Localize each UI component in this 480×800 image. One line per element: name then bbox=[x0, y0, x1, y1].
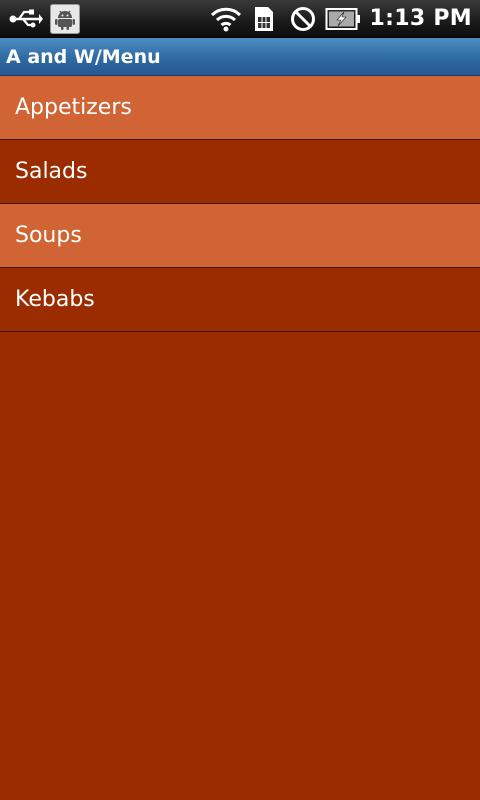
status-bar: 1:13 PM bbox=[0, 0, 480, 38]
wifi-icon bbox=[208, 1, 244, 37]
no-signal-icon bbox=[288, 1, 318, 37]
menu-item-label: Soups bbox=[15, 223, 82, 248]
menu-item-label: Kebabs bbox=[15, 287, 95, 312]
battery-charging-icon bbox=[324, 1, 362, 37]
status-clock: 1:13 PM bbox=[369, 6, 472, 31]
usb-icon bbox=[6, 1, 46, 37]
menu-item-kebabs[interactable]: Kebabs bbox=[0, 268, 480, 332]
menu-item-soups[interactable]: Soups bbox=[0, 204, 480, 268]
sim-card-icon bbox=[250, 1, 278, 37]
menu-list: Appetizers Salads Soups Kebabs bbox=[0, 76, 480, 332]
menu-item-label: Salads bbox=[15, 159, 88, 184]
menu-item-label: Appetizers bbox=[15, 95, 132, 120]
title-bar: A and W/Menu bbox=[0, 38, 480, 76]
menu-item-salads[interactable]: Salads bbox=[0, 140, 480, 204]
android-debug-icon bbox=[50, 3, 80, 34]
page-title: A and W/Menu bbox=[6, 45, 161, 68]
menu-item-appetizers[interactable]: Appetizers bbox=[0, 76, 480, 140]
